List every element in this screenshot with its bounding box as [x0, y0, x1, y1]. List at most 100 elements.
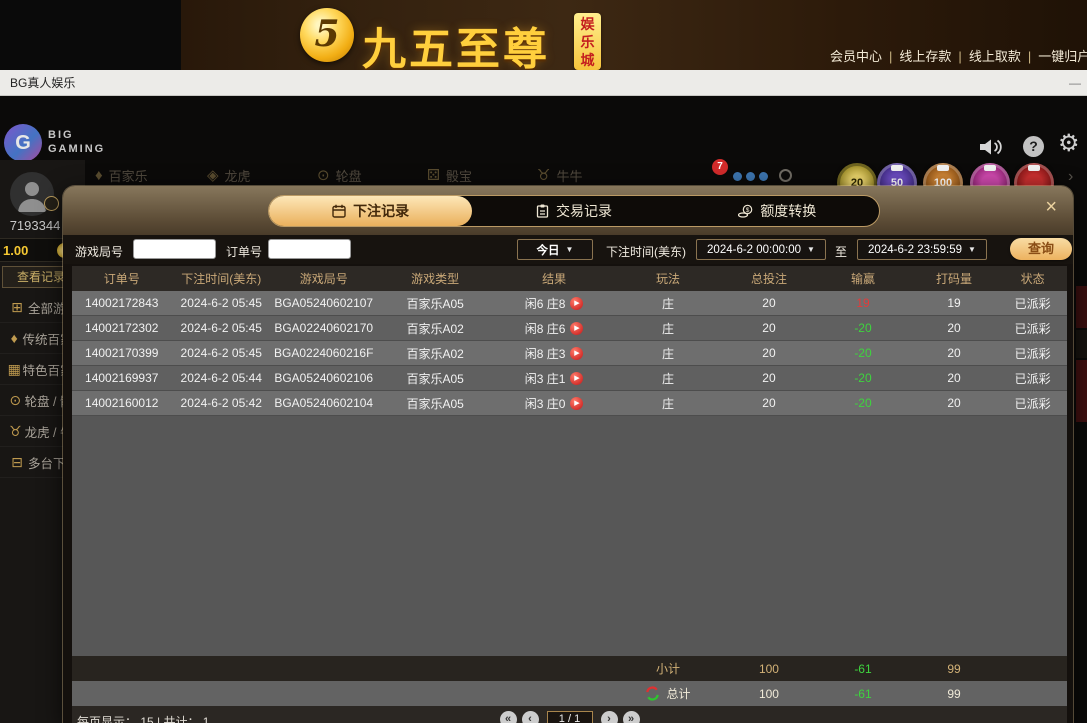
roulette-icon: ⊙: [317, 166, 330, 184]
speaker-icon[interactable]: [978, 135, 1004, 159]
next-page-button[interactable]: ›: [601, 711, 618, 723]
minimize-icon[interactable]: —: [1069, 70, 1081, 96]
close-icon[interactable]: ×: [1045, 197, 1057, 217]
link-deposit[interactable]: 线上存款: [899, 49, 951, 64]
replay-button[interactable]: ▶: [570, 347, 583, 360]
header-links: 会员中心 | 线上存款 | 线上取款 | 一键归户: [830, 46, 1087, 66]
tab-credit-transfer[interactable]: $ 额度转换: [676, 196, 879, 226]
replay-button[interactable]: ▶: [570, 372, 583, 385]
dice-icon: ⚄: [427, 166, 440, 184]
site-header: 5 九五至尊 娱乐城 会员中心|线上存款|线上取款|一键归户: [0, 0, 1087, 70]
special-baccarat-icon: ▦: [6, 361, 22, 378]
search-button[interactable]: 查询: [1010, 238, 1072, 260]
modal-header: 下注记录 交易记录 $: [63, 186, 1073, 235]
link-separator: |: [1028, 49, 1031, 64]
table-row: 140021723022024-6-2 05:45BGA02240602170百…: [72, 316, 1067, 341]
table-row: 140021703992024-6-2 05:45BGA0224060216F百…: [72, 341, 1067, 366]
chevron-down-icon: ▼: [968, 245, 976, 254]
big-gaming-logo-text: BIG GAMING: [48, 129, 105, 157]
table-empty-area: [72, 416, 1067, 656]
table-row: 140021728432024-6-2 05:45BGA05240602107百…: [72, 291, 1067, 316]
replay-button[interactable]: ▶: [570, 397, 583, 410]
subtotal-row: 小计 100 -61 99: [72, 656, 1067, 681]
notification-dot: [746, 172, 755, 181]
nav-bull[interactable]: ♉牛牛: [537, 164, 582, 186]
bet-time-label: 下注时间(美东): [606, 243, 686, 260]
screen: 5 九五至尊 娱乐城 会员中心|线上存款|线上取款|一键归户 BG真人娱乐 — …: [0, 0, 1087, 723]
first-page-button[interactable]: «: [500, 711, 517, 723]
table-row: 140021600122024-6-2 05:42BGA05240602104百…: [72, 391, 1067, 416]
table-header-row: 订单号下注时间(美东)游戏局号游戏类型结果玩法总投注输赢打码量状态: [72, 266, 1067, 291]
background-fragment: [1076, 360, 1087, 422]
brand-coin-icon: 5: [300, 8, 354, 62]
link-separator: |: [958, 49, 961, 64]
roulette-sicbo-icon: ⊙: [6, 392, 25, 409]
replay-button[interactable]: ▶: [570, 297, 583, 310]
chips-scroll-arrow-icon[interactable]: ›: [1068, 168, 1073, 186]
chevron-down-icon: ▼: [807, 245, 815, 254]
pagination: « ‹ 1 / 1 › »: [500, 711, 640, 723]
datetime-to-select[interactable]: 2024-6-2 23:59:59▼: [857, 239, 987, 260]
chevron-down-icon: ▼: [566, 245, 574, 254]
notification-ring-icon: [779, 169, 792, 182]
user-id: 7193344: [0, 218, 70, 233]
order-no-input[interactable]: [268, 239, 351, 259]
records-table: 订单号下注时间(美东)游戏局号游戏类型结果玩法总投注输赢打码量状态 140021…: [72, 266, 1067, 723]
refresh-exchange-icon[interactable]: [645, 686, 660, 701]
link-withdraw[interactable]: 线上取款: [969, 49, 1021, 64]
game-round-input[interactable]: [133, 239, 216, 259]
table-footer: 每页显示： 15 | 共计： 1 « ‹ 1 / 1 › »: [72, 706, 1067, 723]
last-page-button[interactable]: »: [623, 711, 640, 723]
coins-transfer-icon: $: [738, 204, 753, 218]
settings-gear-icon[interactable]: ⚙: [1058, 129, 1080, 158]
total-label: 总计: [666, 685, 690, 702]
nav-dragon-tiger[interactable]: ◈龙虎: [207, 164, 251, 186]
background-fragment: [1076, 330, 1087, 358]
total-row: 总计 100 -61 99: [72, 681, 1067, 706]
game-round-label: 游戏局号: [75, 243, 123, 260]
brand-badge: 娱乐城: [574, 13, 601, 70]
classic-baccarat-icon: ♦: [6, 330, 22, 346]
prev-page-button[interactable]: ‹: [522, 711, 539, 723]
nav-roulette[interactable]: ⊙轮盘: [317, 164, 362, 186]
clipboard-icon: [536, 204, 549, 218]
notification-dot: [733, 172, 742, 181]
notification-badge: 7: [712, 159, 728, 175]
order-no-label: 订单号: [226, 243, 262, 260]
big-gaming-logo-icon: G: [4, 124, 42, 162]
notification-dot: [759, 172, 768, 181]
subtotal-label: 小计: [614, 660, 721, 677]
help-icon[interactable]: ?: [1023, 136, 1044, 157]
balance-value: 1.00: [3, 243, 28, 258]
link-member-center[interactable]: 会员中心: [830, 49, 882, 64]
link-separator: |: [889, 49, 892, 64]
background-fragment: [1076, 286, 1087, 328]
dragon-tiger-bull-icon: ♉: [6, 423, 25, 440]
nav-sicbo[interactable]: ⚄骰宝: [427, 164, 472, 186]
date-range-select[interactable]: 今日▼: [517, 239, 593, 260]
tab-bet-records[interactable]: 下注记录: [269, 196, 472, 226]
datetime-from-select[interactable]: 2024-6-2 00:00:00▼: [696, 239, 826, 260]
nav-baccarat[interactable]: ♦百家乐: [95, 164, 148, 186]
baccarat-icon: ♦: [95, 167, 103, 184]
tab-transaction-records[interactable]: 交易记录: [472, 196, 675, 226]
replay-button[interactable]: ▶: [570, 322, 583, 335]
bet-records-modal: 下注记录 交易记录 $: [63, 186, 1073, 723]
table-row: 140021699372024-6-2 05:44BGA05240602106百…: [72, 366, 1067, 391]
game-titlebar: BG真人娱乐 —: [0, 70, 1087, 96]
page-indicator: 1 / 1: [547, 711, 593, 723]
dragon-tiger-icon: ◈: [207, 166, 219, 184]
avatar-badge: [44, 196, 59, 211]
brand-title: 九五至尊: [362, 13, 550, 77]
game-title: BG真人娱乐: [10, 70, 75, 96]
calendar-icon: [332, 204, 346, 218]
modal-tabs: 下注记录 交易记录 $: [268, 195, 880, 227]
to-label: 至: [835, 243, 847, 260]
page-summary: 每页显示： 15 | 共计： 1: [77, 713, 209, 723]
filter-bar: 游戏局号 订单号 今日▼ 下注时间(美东) 2024-6-2 00:00:00▼…: [63, 235, 1073, 264]
header-left-panel: [0, 0, 181, 70]
all-games-icon: ⊞: [6, 299, 28, 316]
multi-table-icon: ⊟: [6, 454, 28, 471]
bull-icon: ♉: [537, 166, 550, 184]
link-one-key-transfer[interactable]: 一键归户: [1038, 49, 1087, 64]
